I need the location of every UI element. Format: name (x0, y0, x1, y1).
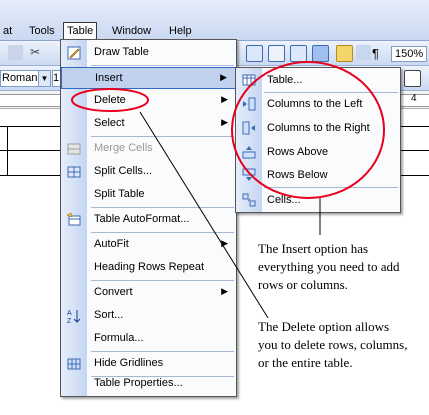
table-gridline (0, 126, 60, 127)
menu-help[interactable]: Help (166, 24, 195, 39)
submenu-item-rows-below[interactable]: Rows Below (236, 164, 400, 186)
menu-window[interactable]: Window (109, 24, 154, 39)
submenu-item-label: Columns to the Right (267, 122, 370, 134)
ruler-mark: 4 (411, 93, 417, 104)
delete-annotation-note: The Delete option allows you to delete r… (258, 318, 408, 372)
columns-right-icon (242, 121, 255, 135)
submenu-item-label: Table... (267, 74, 303, 86)
table-gridline (400, 126, 429, 127)
menu-item-formula[interactable]: Formula... (61, 328, 236, 350)
menu-item-table-autoformat[interactable]: Table AutoFormat... (61, 209, 236, 231)
font-name-dropdown-icon[interactable]: ▼ (38, 70, 51, 87)
menu-separator (91, 136, 234, 137)
cut-icon[interactable]: ✂ (30, 45, 45, 60)
insert-submenu: Table... Columns to the Left Columns to … (235, 67, 401, 213)
menu-item-label: Split Cells... (94, 165, 153, 177)
submenu-item-columns-right[interactable]: Columns to the Right (236, 117, 400, 139)
menu-item-label: Merge Cells (94, 142, 153, 154)
rows-above-icon (242, 146, 256, 159)
submenu-item-label: Rows Above (267, 146, 329, 158)
menu-item-label: Table AutoFormat... (94, 213, 190, 225)
rows-below-icon (242, 168, 256, 181)
menu-tools[interactable]: Tools (26, 24, 58, 39)
show-hide-pilcrow-icon[interactable]: ¶ (372, 46, 379, 61)
menu-item-sort[interactable]: AZ Sort... (61, 305, 236, 327)
menu-item-label: Convert (94, 286, 133, 298)
svg-text:Z: Z (67, 318, 72, 324)
menu-separator (91, 232, 234, 233)
submenu-arrow-icon: ▶ (221, 117, 228, 127)
table-gridline (400, 175, 429, 176)
font-name-input[interactable]: Roman (0, 70, 39, 87)
submenu-item-table[interactable]: Table... (236, 69, 400, 91)
submenu-arrow-icon: ▶ (221, 94, 228, 104)
menu-separator (91, 65, 234, 66)
submenu-item-label: Cells... (267, 194, 301, 206)
menu-item-split-cells[interactable]: Split Cells... (61, 161, 236, 183)
menu-item-label: Hide Gridlines (94, 357, 164, 369)
menu-separator (91, 351, 234, 352)
menu-item-autofit[interactable]: AutoFit ▶ (61, 234, 236, 256)
submenu-arrow-icon: ▶ (221, 286, 228, 296)
menu-item-convert[interactable]: Convert ▶ (61, 282, 236, 304)
menu-item-label: Table Properties... (94, 377, 183, 389)
menu-item-table-properties[interactable]: Table Properties... (61, 373, 236, 395)
table-gridline (7, 126, 8, 176)
table-gridline (400, 150, 429, 151)
menu-item-label: Heading Rows Repeat (94, 261, 205, 273)
submenu-item-label: Rows Below (267, 169, 328, 181)
menu-separator (91, 280, 234, 281)
merge-cells-icon (67, 143, 81, 155)
menu-item-label: Split Table (94, 188, 145, 200)
submenu-item-label: Columns to the Left (267, 98, 363, 110)
menu-item-label: Sort... (94, 309, 124, 321)
table-gridline (0, 175, 60, 176)
menu-separator (91, 207, 234, 208)
menu-item-heading-rows-repeat[interactable]: Heading Rows Repeat (61, 257, 236, 279)
columns-icon[interactable] (290, 45, 307, 62)
drawing-icon[interactable] (312, 45, 329, 62)
menu-item-select[interactable]: Select ▶ (61, 113, 236, 135)
zoom-box[interactable]: 150% (391, 46, 428, 62)
menu-separator (264, 187, 398, 188)
menu-table[interactable]: Table (63, 22, 98, 40)
document-map-icon[interactable] (336, 45, 353, 62)
menu-item-label: Draw Table (94, 46, 149, 58)
menu-item-label: Formula... (94, 332, 144, 344)
columns-left-icon (243, 97, 256, 111)
menu-item-label: AutoFit (94, 238, 129, 250)
excel-sheet-icon[interactable] (268, 45, 285, 62)
menu-item-label: Select (94, 117, 125, 129)
sort-az-icon: AZ (67, 310, 81, 324)
submenu-arrow-icon: ▶ (221, 238, 228, 248)
menu-item-insert[interactable]: Insert ▶ (61, 67, 236, 89)
menu-format[interactable]: at (0, 24, 15, 39)
gridlines-icon (67, 358, 81, 370)
menu-bar: at Tools Table Window Help (0, 0, 429, 41)
align-right-icon[interactable] (404, 70, 421, 87)
autoformat-icon (66, 212, 81, 226)
insert-annotation-note: The Insert option has everything you nee… (258, 240, 426, 294)
toolbar-extra-icon[interactable] (356, 45, 371, 60)
menu-item-merge-cells: Merge Cells (61, 138, 236, 160)
table-menu: Draw Table Insert ▶ Delete ▶ Select ▶ Me… (60, 39, 237, 397)
menu-item-split-table[interactable]: Split Table (61, 184, 236, 206)
pencil-icon (67, 46, 81, 60)
menu-item-delete[interactable]: Delete ▶ (61, 90, 236, 112)
table-gridline (0, 150, 60, 151)
insert-table-icon[interactable] (246, 45, 263, 62)
menu-item-hide-gridlines[interactable]: Hide Gridlines (61, 353, 236, 375)
menu-item-label: Delete (94, 94, 126, 106)
cells-icon (242, 193, 256, 207)
table-icon (242, 74, 256, 86)
submenu-item-cells[interactable]: Cells... (236, 189, 400, 211)
svg-text:A: A (67, 310, 72, 317)
submenu-item-rows-above[interactable]: Rows Above (236, 141, 400, 163)
menu-item-draw-table[interactable]: Draw Table (61, 42, 236, 64)
menu-item-label: Insert (95, 72, 123, 84)
split-cells-icon (67, 166, 81, 178)
toolbar-button-icon[interactable] (8, 45, 23, 60)
submenu-arrow-icon: ▶ (220, 72, 227, 82)
submenu-item-columns-left[interactable]: Columns to the Left (236, 93, 400, 115)
